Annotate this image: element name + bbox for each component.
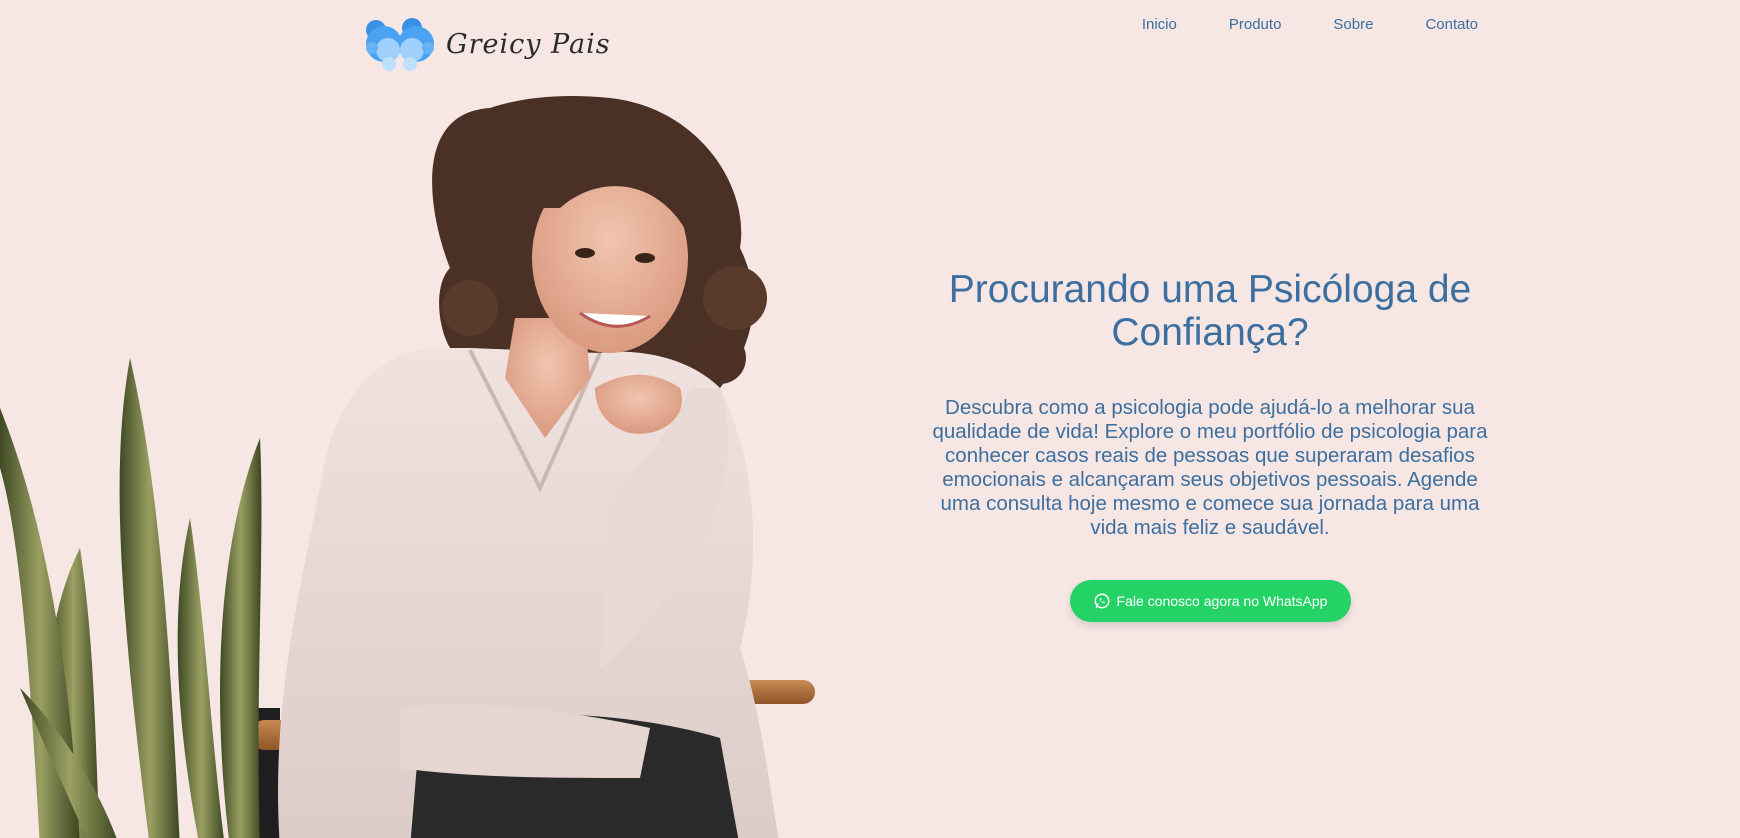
brand-logo[interactable]: Greicy Pais [362, 14, 611, 72]
brand-name: Greicy Pais [446, 28, 611, 60]
plant-illustration [0, 358, 262, 838]
brain-logo-icon [366, 18, 434, 71]
hero-portrait-image [0, 96, 815, 838]
nav-sobre[interactable]: Sobre [1333, 16, 1373, 33]
hero-title: Procurando uma Psicóloga de Confiança? [948, 268, 1472, 354]
nav-contato[interactable]: Contato [1425, 16, 1478, 33]
nav-produto[interactable]: Produto [1229, 16, 1282, 33]
whatsapp-icon [1094, 593, 1110, 609]
hero-description: Descubra como a psicologia pode ajudá-lo… [932, 396, 1488, 539]
whatsapp-cta-button[interactable]: Fale conosco agora no WhatsApp [1069, 580, 1351, 622]
site-header: Greicy Pais Inicio Produto Sobre Contato [0, 0, 1740, 80]
main-nav: Inicio Produto Sobre Contato [1142, 16, 1478, 33]
hero-section: Procurando uma Psicóloga de Confiança? D… [920, 268, 1500, 622]
nav-inicio[interactable]: Inicio [1142, 16, 1177, 33]
landing-page: Greicy Pais Inicio Produto Sobre Contato [0, 0, 1740, 838]
cta-label: Fale conosco agora no WhatsApp [1116, 593, 1328, 609]
